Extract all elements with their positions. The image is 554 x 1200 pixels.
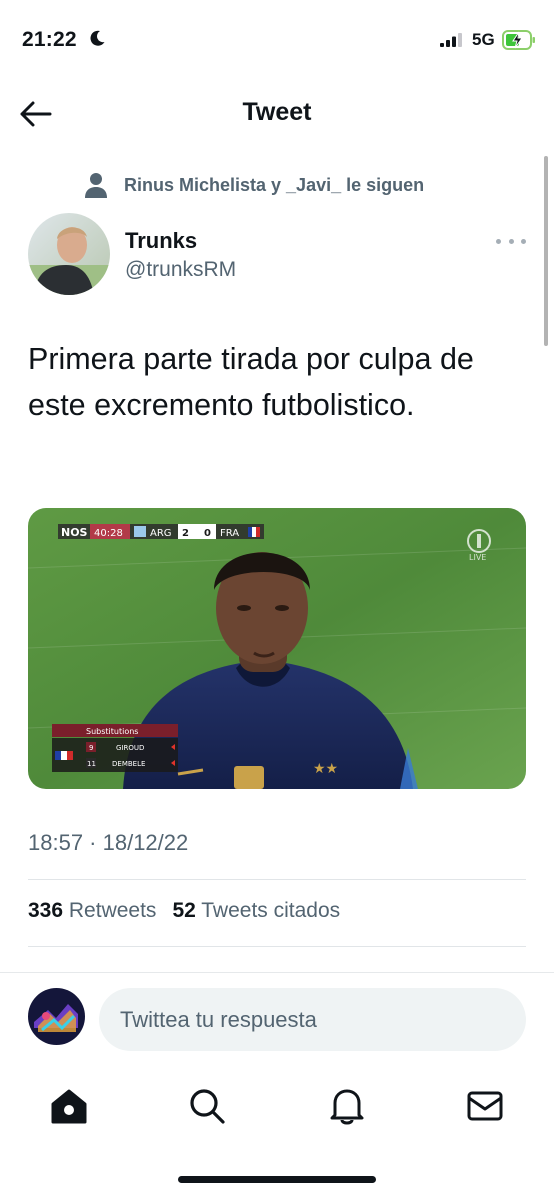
substitutions-title: Substitutions [86,727,138,736]
bottom-tab-bar [0,1080,554,1140]
scorebug-away-team: FRA [220,528,239,539]
tweet-stats: 336 Retweets 52 Tweets citados [28,899,340,923]
network-type: 5G [472,30,495,49]
person-icon [85,173,107,198]
tab-search[interactable] [187,1086,227,1126]
header: Tweet [0,84,554,144]
divider [28,946,526,947]
scorebug-broadcaster: NOS [61,526,88,539]
quotes-label: Tweets citados [201,899,341,922]
user-avatar[interactable] [28,988,85,1045]
home-icon [51,1089,87,1124]
scorebug-clock: 40:28 [94,528,123,539]
live-badge: LIVE [469,553,486,562]
bell-icon [330,1089,364,1125]
quotes-stat[interactable]: 52 Tweets citados [172,899,340,923]
svg-text:★★: ★★ [313,761,338,777]
sub-in-number: 11 [87,760,96,768]
avatar-image [28,213,110,295]
sub-out-player: GIROUD [116,744,144,752]
tweet-timestamp: 18:57 · 18/12/22 [28,830,189,855]
sub-out-number: 9 [89,744,93,752]
sub-in-player: DEMBELE [112,760,145,768]
author-avatar[interactable] [28,213,110,295]
retweets-stat[interactable]: 336 Retweets [28,899,156,923]
retweets-label: Retweets [68,899,157,922]
signal-icon [440,33,462,47]
broadcast-frame: ★★ NOS 40:28 ARG 2 0 FRA LIVE Substituti… [28,508,526,789]
dot [496,238,501,244]
social-context-text[interactable]: Rinus Michelista y _Javi_ le siguen [124,175,424,196]
scrollbar[interactable] [544,156,548,346]
mail-icon [467,1091,503,1121]
quotes-count: 52 [172,899,196,922]
search-icon [190,1089,225,1124]
scorebug-home-team: ARG [150,528,172,539]
tab-notifications[interactable] [327,1086,367,1126]
user-avatar-image [28,988,85,1045]
reply-bar: Twittea tu respuesta [0,972,554,1062]
scorebug-home-score: 2 [182,528,189,539]
author-handle[interactable]: @trunksRM [125,258,236,282]
retweets-count: 336 [28,899,64,922]
tweet-media-image[interactable]: ★★ NOS 40:28 ARG 2 0 FRA LIVE Substituti… [28,508,526,789]
more-options-button[interactable] [496,232,526,250]
page-title: Tweet [242,98,312,126]
home-indicator [178,1176,376,1183]
dot [508,238,514,244]
status-time: 21:22 [22,28,77,51]
divider [28,879,526,880]
reply-input[interactable]: Twittea tu respuesta [99,988,526,1051]
scorebug-away-score: 0 [204,528,211,539]
tab-home[interactable] [49,1086,89,1126]
moon-icon [90,30,105,46]
substitutions-graphic: Substitutions 9 GIROUD 11 DEMBELE [52,724,178,772]
tweet-text: Primera parte tirada por culpa de este e… [28,342,474,422]
social-context: Rinus Michelista y _Javi_ le siguen [84,170,424,200]
tab-messages[interactable] [465,1086,505,1126]
status-bar: 21:22 5G [0,0,554,80]
author-name[interactable]: Trunks [125,228,197,254]
battery-charging-icon [502,30,535,50]
scorebug: NOS 40:28 ARG 2 0 FRA [58,524,264,539]
dot [521,238,526,244]
